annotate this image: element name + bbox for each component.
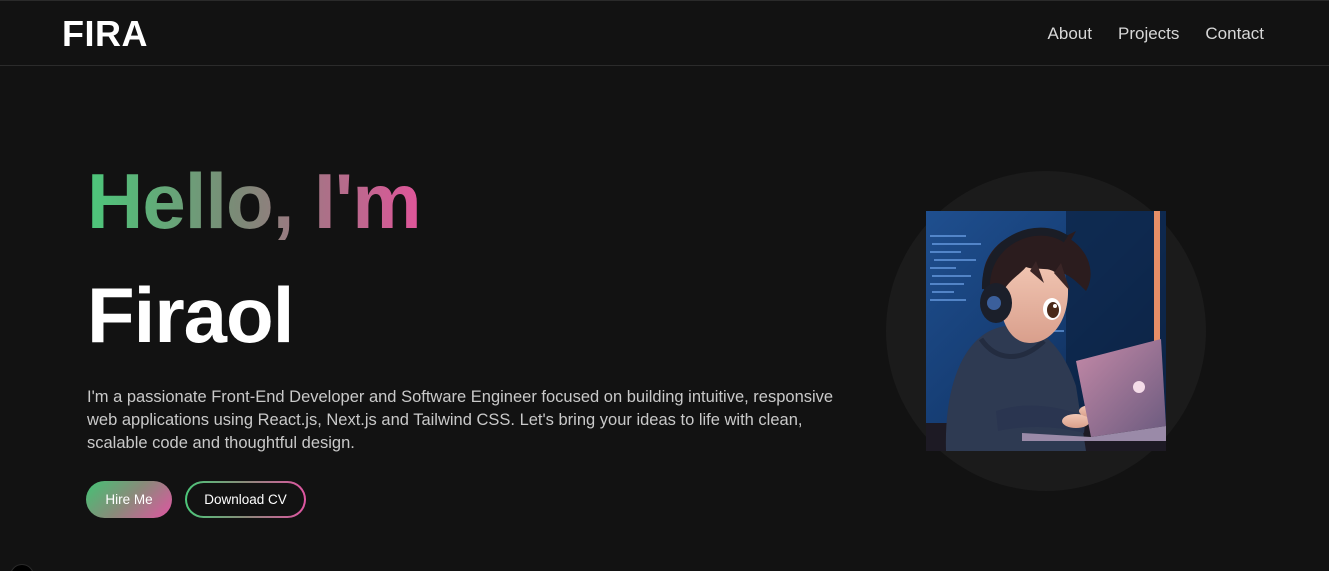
hero-section: Hello, I'm Firaol I'm a passionate Front… (86, 157, 847, 518)
nav-links: About Projects Contact (1048, 24, 1264, 44)
download-cv-button[interactable]: Download CV (185, 481, 306, 518)
hero-bio: I'm a passionate Front-End Developer and… (87, 388, 834, 452)
download-cv-label: Download CV (187, 483, 304, 516)
corner-floating-button[interactable] (10, 564, 34, 571)
page: FIRA About Projects Contact Hello, I'm F… (0, 0, 1329, 571)
hire-me-button[interactable]: Hire Me (86, 481, 172, 518)
navbar: FIRA About Projects Contact (0, 1, 1329, 66)
nav-link-about[interactable]: About (1048, 24, 1092, 44)
avatar-illustration-icon (926, 211, 1166, 451)
avatar-image (926, 211, 1166, 451)
nav-link-contact[interactable]: Contact (1205, 24, 1264, 44)
site-logo[interactable]: FIRA (62, 15, 148, 53)
nav-link-projects[interactable]: Projects (1118, 24, 1179, 44)
hero-greeting: Hello, I'm (87, 157, 422, 245)
hero-buttons: Hire Me Download CV (86, 481, 306, 518)
hero-name: Firaol (87, 271, 294, 359)
